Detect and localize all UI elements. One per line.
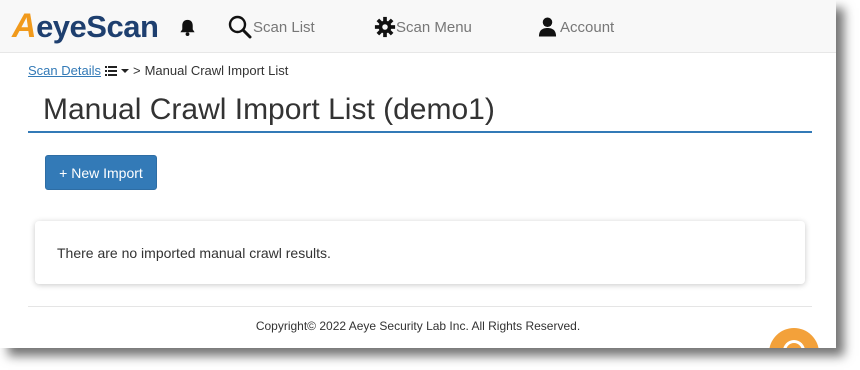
import-list-panel: There are no imported manual crawl resul… — [35, 221, 805, 284]
breadcrumb-separator: > — [132, 63, 141, 78]
top-navbar: AeyeScan Scan List Scan Menu Account — [0, 0, 836, 53]
bell-icon — [178, 18, 197, 37]
caret-down-icon[interactable] — [120, 68, 129, 74]
app-window: AeyeScan Scan List Scan Menu Account Sca… — [0, 0, 836, 348]
breadcrumb-scan-details-link[interactable]: Scan Details — [28, 63, 101, 78]
title-divider — [28, 131, 812, 133]
breadcrumb-current: Manual Crawl Import List — [144, 63, 289, 78]
user-icon — [538, 16, 557, 38]
empty-state-message: There are no imported manual crawl resul… — [57, 245, 331, 261]
list-icon[interactable] — [104, 65, 117, 76]
nav-account-label: Account — [560, 18, 615, 36]
chat-icon — [783, 340, 805, 348]
logo-letter: A — [12, 7, 37, 45]
page-title: Manual Crawl Import List (demo1) — [43, 93, 495, 126]
new-import-button[interactable]: + New Import — [45, 155, 157, 190]
notifications-button[interactable] — [178, 14, 197, 40]
aeyescan-logo[interactable]: AeyeScan — [12, 6, 159, 46]
nav-account[interactable]: Account — [538, 14, 614, 40]
gear-icon — [374, 16, 396, 38]
nav-scan-menu[interactable]: Scan Menu — [374, 14, 472, 40]
breadcrumb: Scan Details > Manual Crawl Import List — [28, 63, 288, 78]
nav-scan-menu-label: Scan Menu — [396, 18, 472, 36]
logo-text: eyeScan — [36, 9, 159, 44]
footer-divider — [28, 306, 812, 307]
nav-scan-list-label: Scan List — [253, 18, 315, 36]
nav-scan-list[interactable]: Scan List — [227, 14, 315, 40]
search-icon — [227, 14, 253, 40]
footer-copyright: Copyright© 2022 Aeye Security Lab Inc. A… — [255, 319, 581, 333]
